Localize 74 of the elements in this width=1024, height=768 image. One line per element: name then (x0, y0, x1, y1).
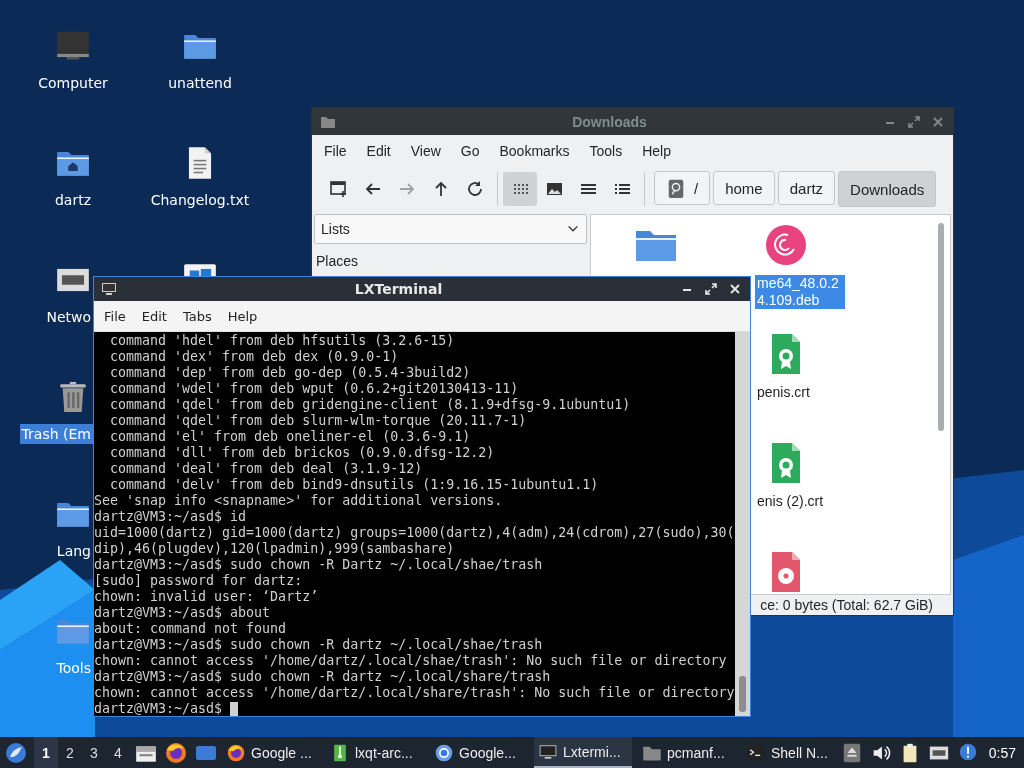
terminal-line: See 'snap info <snapname>' for additional versions. (94, 493, 503, 509)
menu-item[interactable]: Help (219, 304, 266, 328)
menu-item[interactable]: File (96, 304, 134, 328)
terminal-line: [sudo] password for dartz: (94, 573, 303, 589)
window-title: Downloads (571, 113, 648, 130)
terminal-line: command 'deal' from deb deal (3.1.9-12) (109, 461, 423, 477)
terminal-line: dartz@VM3:~/asd$ (94, 701, 223, 716)
file-name[interactable]: penis.crt (755, 384, 845, 401)
search-icon (666, 178, 686, 198)
window-title: LXTerminal (353, 281, 444, 297)
monitor-icon (101, 281, 117, 297)
path-button[interactable]: dartz (777, 171, 836, 205)
file-name[interactable]: me64_48.0.2 4.109.deb (755, 275, 845, 309)
icon-label[interactable]: Changelog.txt (148, 190, 252, 210)
terminal-line: chown: cannot access '/home/dartz/.local/share/trash': No such file or directory (94, 685, 735, 701)
close-icon[interactable] (728, 282, 742, 296)
task-button[interactable]: lxqt-arc... (326, 737, 424, 768)
workspace-button[interactable]: 4 (106, 737, 130, 768)
terminal-line: dartz@VM3:~/asd$ sudo chown -R dartz ~/.local/shae/trash (94, 637, 543, 653)
icon-label[interactable]: dartz (52, 190, 94, 210)
menu-item[interactable]: Tools (579, 139, 633, 163)
icon-label[interactable]: Trash (Em (19, 424, 93, 444)
terminal-line: command 'qdel' from deb gridengine-client (8.1.9+dfsg-9.1ubuntu1) (109, 397, 631, 413)
task-button[interactable]: pcmanf... (638, 737, 736, 768)
terminal-line: dartz@VM3:~/asd$ sudo chown -R dartz ~/.local/share/trash (94, 669, 551, 685)
globe-icon (434, 742, 454, 763)
path-button[interactable]: home (713, 171, 775, 205)
icon-label[interactable]: unattend (166, 73, 234, 93)
icon-label[interactable]: Lang (54, 541, 93, 561)
terminal-line: command 'qdel' from deb slurm-wlm-torque (20.11.7-1) (109, 413, 527, 429)
menu-item[interactable]: Edit (356, 139, 401, 163)
menu-item[interactable]: View (400, 139, 451, 163)
fox-globe-icon (226, 742, 246, 763)
menu-item[interactable]: Bookmarks (489, 139, 580, 163)
menu-item[interactable]: Edit (133, 304, 175, 328)
menu-item[interactable]: File (314, 139, 357, 163)
terminal-line: command 'wdel' from deb wput (0.6.2+git20130413-11) (109, 381, 519, 397)
terminal-line: dip),46(plugdev),120(lpadmin),999(sambashare) (94, 541, 455, 557)
terminal-line: command 'el' from deb oneliner-el (0.3.6-9.1) (109, 429, 471, 445)
terminal-line: chown: invalid user: ‘Dartz’ (94, 589, 319, 605)
terminal-line: about: command not found (94, 621, 287, 637)
status-text: ce: 0 bytes (Total: 62.7 GiB) (760, 597, 933, 613)
pane-dropdown[interactable]: Lists (314, 214, 587, 244)
scrollbar[interactable] (735, 332, 750, 716)
task-button[interactable]: Shell N... (742, 737, 840, 768)
workspace-button[interactable]: 3 (82, 737, 106, 768)
terminal-line: dartz@VM3:~/asd$ sudo chown -R Dartz ~/.local/shae/trash (94, 557, 543, 573)
task-button[interactable]: Google ... (222, 737, 320, 768)
view-button[interactable] (503, 172, 537, 206)
fox-globe-icon[interactable] (164, 740, 188, 765)
section-heading: Places (316, 253, 359, 269)
terminal-line: command 'delv' from deb bind9-dnsutils (1:9.16.15-1ubuntu1.1) (109, 477, 599, 493)
terminal-line: command 'dll' from deb brickos (0.9.0.dfsg-12.2) (109, 445, 495, 461)
terminal-line: chown: cannot access '/home/dartz/.local/shae/trash': No such file or directory (94, 653, 727, 669)
workspace-button[interactable]: 2 (58, 737, 82, 768)
menu-item[interactable]: Tabs (174, 304, 220, 328)
path-button[interactable]: / (654, 171, 711, 205)
terminal-line: dartz@VM3:~/asd$ id (94, 509, 247, 525)
terminal-line: uid=1000(dartz) gid=1000(dartz) groups=1000(dartz),4(adm),24(cdrom),27(sudo),30( (94, 525, 735, 541)
terminal-line: dartz@VM3:~/asd$ about (94, 605, 271, 621)
terminal-line: command 'hdel' from deb hfsutils (3.2.6-15) (109, 333, 455, 349)
task-button[interactable]: Lxtermi... (534, 737, 632, 768)
icon-label[interactable]: Computer (36, 73, 110, 93)
start-menu-icon[interactable] (4, 740, 28, 765)
workspace-button[interactable]: 1 (34, 737, 58, 768)
path-button[interactable]: Downloads (838, 171, 937, 207)
icon-label[interactable]: Netwo (44, 307, 93, 327)
task-button[interactable]: Google... (430, 737, 528, 768)
terminal-line: command 'dep' from deb go-dep (0.5.4-3build2) (109, 365, 471, 381)
menu-item[interactable]: Go (450, 139, 490, 163)
file-name[interactable]: enis (2).crt (755, 493, 845, 510)
menu-item[interactable]: Help (632, 139, 681, 163)
clock[interactable]: 0:57 (988, 744, 1016, 761)
terminal-line: command 'dex' from deb dex (0.9.0-1) (109, 349, 399, 365)
